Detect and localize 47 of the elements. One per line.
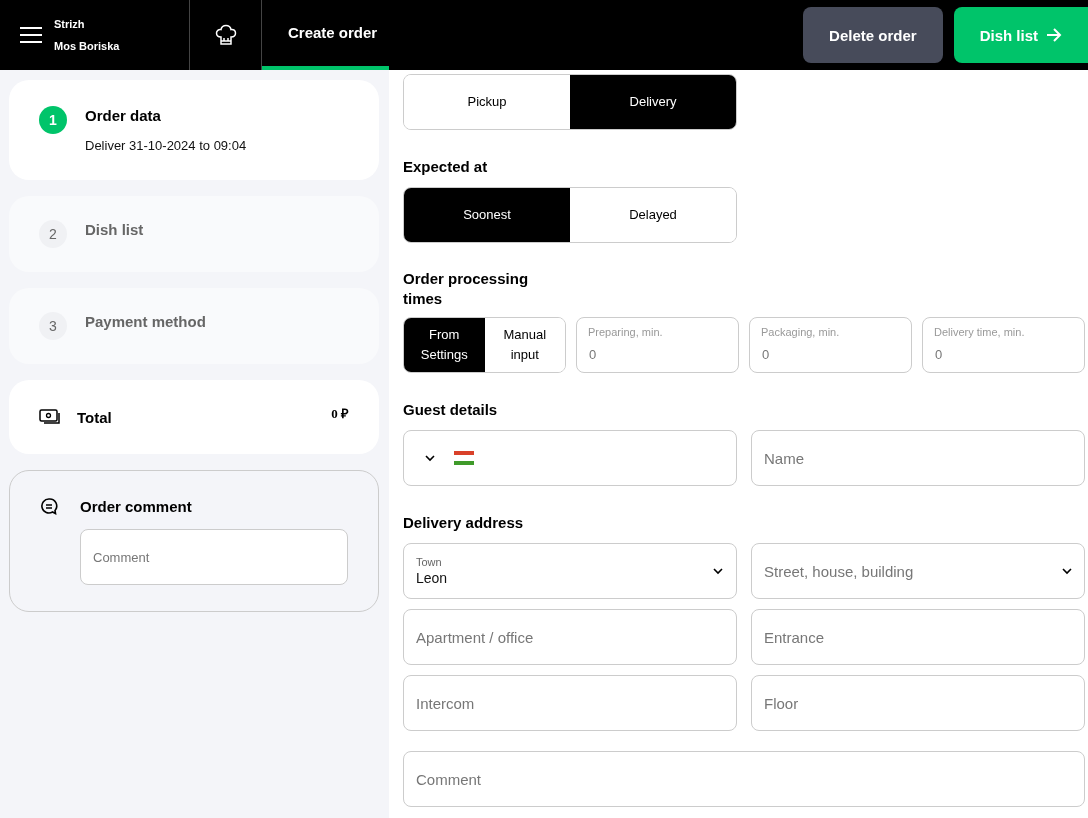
step-subtitle: Deliver 31-10-2024 to 09:04 xyxy=(85,138,247,153)
phone-field[interactable] xyxy=(403,430,737,486)
step-card[interactable]: 3 Payment method xyxy=(9,288,379,364)
chat-bubble-icon xyxy=(40,497,58,515)
name-field[interactable]: Name xyxy=(751,430,1085,486)
order-type-option[interactable]: Delivery xyxy=(570,75,736,129)
delete-order-button[interactable]: Delete order xyxy=(803,7,943,63)
chevron-down-icon xyxy=(1061,567,1073,575)
step-title: Dish list xyxy=(85,220,144,238)
street-select[interactable]: Street, house, building xyxy=(751,543,1085,599)
step-card[interactable]: 1 Order data Deliver 31-10-2024 to 09:04 xyxy=(9,80,379,180)
total-value: 0 ₽ xyxy=(331,405,349,422)
order-comment-title: Order comment xyxy=(80,497,193,515)
address-field[interactable]: Intercom xyxy=(403,675,737,731)
step-number: 2 xyxy=(39,220,67,248)
comment-field[interactable]: Comment xyxy=(80,529,348,585)
field-value: Leon xyxy=(416,570,449,586)
section-title: Guest details xyxy=(403,401,499,418)
step-number: 1 xyxy=(39,106,67,134)
section-title: Order processing times xyxy=(403,269,530,309)
address-field[interactable]: Floor xyxy=(751,675,1085,731)
step-title: Payment method xyxy=(85,312,206,330)
menu-icon[interactable] xyxy=(20,27,42,43)
total-label: Total xyxy=(77,408,113,426)
chevron-down-icon xyxy=(424,454,436,462)
flag-icon xyxy=(454,451,474,465)
location-name: Mos Boriska xyxy=(54,40,120,52)
comment-field[interactable]: Comment xyxy=(403,751,1085,807)
company-name: Strizh xyxy=(54,18,86,30)
address-field[interactable]: Entrance xyxy=(751,609,1085,665)
field-label: Preparing, min. xyxy=(588,326,663,338)
field-label: Delivery time, min. xyxy=(934,326,1025,338)
arrow-right-icon xyxy=(1046,28,1062,42)
chevron-down-icon xyxy=(712,567,724,575)
field-label: Packaging, min. xyxy=(761,326,840,338)
section-title: Expected at xyxy=(403,158,489,175)
address-field[interactable]: Apartment / office xyxy=(403,609,737,665)
banknote-icon xyxy=(39,409,61,425)
chef-hat-icon[interactable] xyxy=(214,24,237,46)
expected-time-option[interactable]: Soonest xyxy=(404,188,570,242)
town-select[interactable]: Town Leon xyxy=(403,543,737,599)
step-title: Order data xyxy=(85,106,162,124)
processing-mode-option[interactable]: From Settings xyxy=(404,318,485,372)
section-title: Delivery address xyxy=(403,514,525,531)
field-label: Town xyxy=(416,556,443,568)
step-card[interactable]: 2 Dish list xyxy=(9,196,379,272)
step-number: 3 xyxy=(39,312,67,340)
